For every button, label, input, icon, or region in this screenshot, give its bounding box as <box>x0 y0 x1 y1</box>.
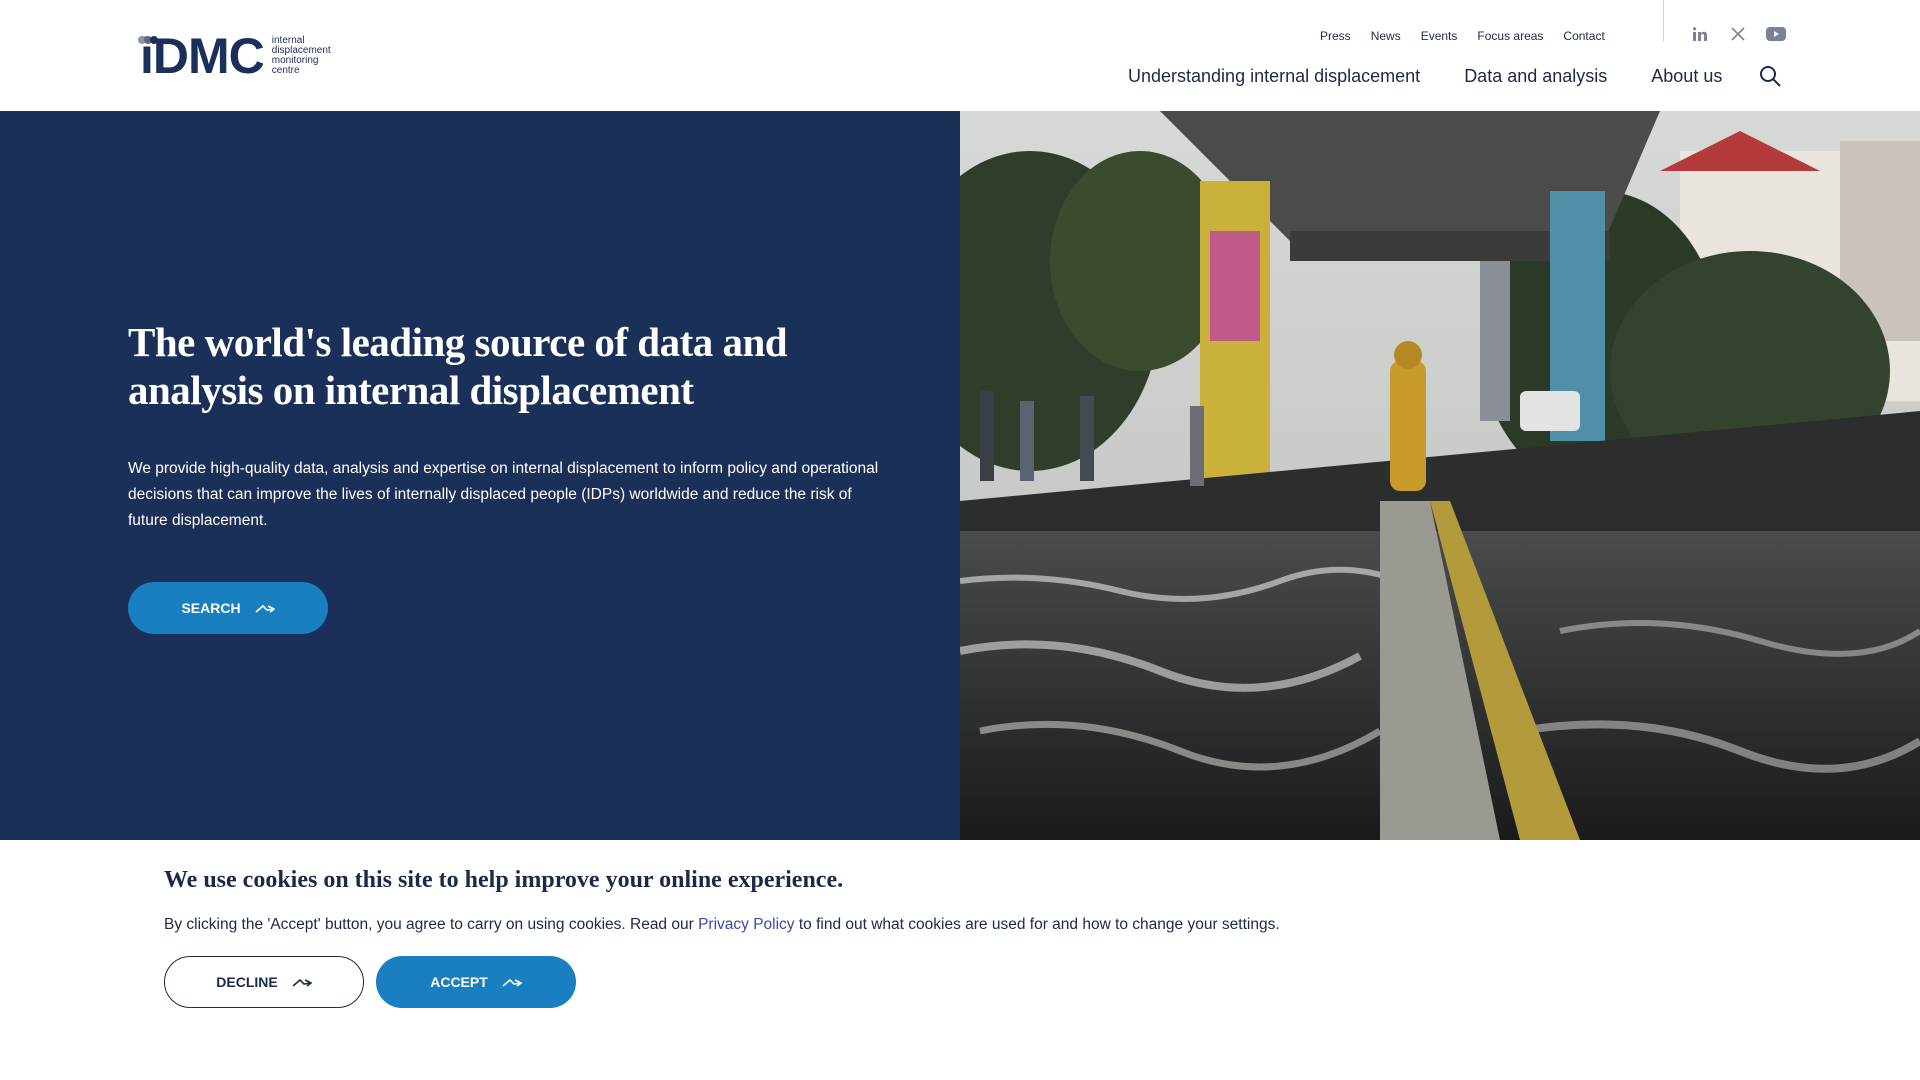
logo-text: internal displacement monitoring centre <box>272 36 331 76</box>
nav-link-events[interactable]: Events <box>1421 29 1458 43</box>
logo-dots <box>138 36 158 44</box>
site-header: iDMC internal displacement monitoring ce… <box>0 0 1920 111</box>
nav-link-contact[interactable]: Contact <box>1563 29 1604 43</box>
youtube-icon[interactable] <box>1766 25 1786 43</box>
nav-link-news[interactable]: News <box>1371 29 1401 43</box>
cookie-banner: We use cookies on this site to help impr… <box>0 840 1920 1080</box>
nav-link-press[interactable]: Press <box>1320 29 1351 43</box>
nav-about-us[interactable]: About us <box>1651 66 1722 87</box>
nav-data-and-analysis[interactable]: Data and analysis <box>1464 66 1607 87</box>
privacy-policy-link[interactable]: Privacy Policy <box>698 916 794 933</box>
accept-button[interactable]: ACCEPT <box>376 956 576 1008</box>
nav-link-focus-areas[interactable]: Focus areas <box>1477 29 1543 43</box>
arrow-right-icon <box>502 978 522 987</box>
hero-image <box>960 111 1920 840</box>
logo-wordmark: iDMC <box>140 28 265 84</box>
social-links <box>1690 25 1786 43</box>
cookie-text-after: to find out what cookies are used for an… <box>794 916 1280 933</box>
header-divider <box>1663 0 1664 42</box>
linkedin-icon[interactable] <box>1690 25 1710 43</box>
main-nav: Understanding internal displacement Data… <box>1128 66 1766 87</box>
utility-nav: Press News Events Focus areas Contact <box>1320 29 1625 43</box>
idmc-logo[interactable]: iDMC internal displacement monitoring ce… <box>138 31 331 81</box>
hero-title: The world's leading source of data and a… <box>128 319 788 413</box>
decline-button-label: DECLINE <box>216 974 278 990</box>
arrow-right-icon <box>255 604 275 613</box>
search-icon[interactable] <box>1758 64 1782 88</box>
nav-understanding-internal-displacement[interactable]: Understanding internal displacement <box>1128 66 1420 87</box>
cookie-text: By clicking the 'Accept' button, you agr… <box>164 916 1280 934</box>
arrow-right-icon <box>292 978 312 987</box>
hero-description: We provide high-quality data, analysis a… <box>128 460 879 529</box>
logo-mark: iDMC <box>138 31 265 81</box>
cookie-text-before: By clicking the 'Accept' button, you agr… <box>164 916 699 933</box>
search-button-label: SEARCH <box>181 600 241 616</box>
search-button[interactable]: SEARCH <box>128 582 328 634</box>
accept-button-label: ACCEPT <box>430 974 488 990</box>
decline-button[interactable]: DECLINE <box>164 956 364 1008</box>
cookie-title: We use cookies on this site to help impr… <box>164 867 844 893</box>
x-twitter-icon[interactable] <box>1728 25 1748 43</box>
logo-line: centre <box>271 65 300 76</box>
